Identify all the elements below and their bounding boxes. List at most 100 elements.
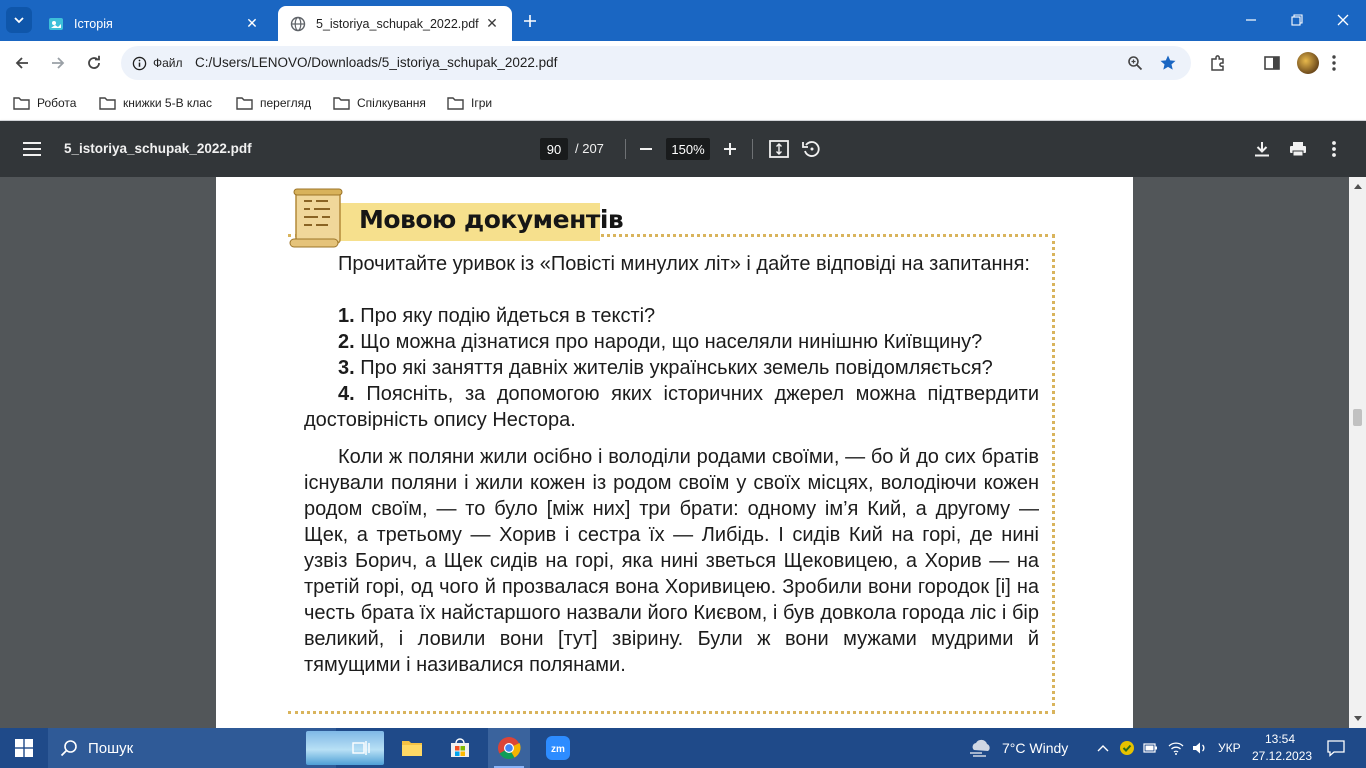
bookmark-folder-robota[interactable]: Робота [12,92,76,114]
bookmark-folder-books[interactable]: книжки 5-В клас [98,92,212,114]
page-number-input[interactable]: 90 [540,138,568,160]
taskbar-zoom[interactable]: zm [538,728,578,768]
extensions-icon[interactable] [1206,51,1230,75]
new-tab-button[interactable] [518,10,542,32]
pdf-page: Мовою документів Прочитайте уривок із «П… [216,177,1133,728]
svg-text:zm: zm [551,744,565,755]
plus-icon [524,15,536,27]
scrollbar-thumb[interactable] [1353,409,1362,426]
hamburger-menu-icon[interactable] [20,137,44,161]
minimize-icon [1246,19,1256,21]
tray-app-icon[interactable] [1118,728,1136,768]
input-language[interactable]: УКР [1218,728,1241,768]
folder-icon [12,95,30,111]
scroll-up-icon[interactable] [1353,181,1362,190]
restore-button[interactable] [1274,0,1320,40]
bookmarks-bar: Робота книжки 5-В клас перегляд Спілкува… [0,85,1366,121]
weather-text: 7°C Windy [1002,740,1069,756]
bookmark-folder-perehliad[interactable]: перегляд [235,92,311,114]
back-button[interactable] [8,49,36,77]
download-icon[interactable] [1250,137,1274,161]
clock-date: 27.12.2023 [1252,749,1313,763]
close-icon [1337,14,1349,26]
site-info-chip[interactable]: Файл [127,50,193,76]
more-menu-icon[interactable] [1322,51,1346,75]
cloud-wind-icon [970,739,990,757]
globe-icon [290,16,306,32]
folder-icon [98,95,116,111]
reload-icon [88,55,100,69]
volume-icon[interactable] [1190,728,1210,768]
bookmark-label: Робота [37,96,77,110]
question-item: 3. Про які заняття давніх жителів україн… [338,355,1039,381]
tray-overflow-button[interactable] [1094,728,1112,768]
folder-icon [235,95,253,111]
profile-avatar[interactable] [1297,52,1319,74]
side-panel-icon[interactable] [1260,51,1284,75]
chrome-icon [498,737,521,759]
page-total: / 207 [575,141,604,156]
question-text: Про які заняття давніх жителів українськ… [354,357,993,379]
clock-time: 13:54 [1264,732,1296,746]
taskbar-chrome[interactable] [488,728,530,768]
tab-strip: Історія ✕ 5_istoriya_schupak_2022.pdf ✕ [0,0,1366,41]
bookmark-folder-communication[interactable]: Спілкування [332,92,426,114]
excerpt-paragraph: Коли ж поляни жили осібно і володіли род… [304,446,1039,676]
chevron-down-icon [14,17,24,24]
taskbar-file-explorer[interactable] [392,728,432,768]
pdf-more-icon[interactable] [1322,137,1346,161]
fit-page-icon[interactable] [767,137,791,161]
bookmark-folder-games[interactable]: Ігри [446,92,492,114]
zoom-out-icon[interactable] [634,137,658,161]
folder-icon [332,95,350,111]
zoom-in-icon[interactable] [718,137,742,161]
close-window-button[interactable] [1320,0,1366,40]
tab-close-icon[interactable]: ✕ [484,15,500,32]
bookmark-star-icon[interactable] [1157,53,1179,73]
rotate-icon[interactable] [799,137,823,161]
taskbar-search[interactable]: Пошук [48,728,384,768]
tab-search-button[interactable] [6,7,32,33]
chevron-up-icon [1097,745,1109,752]
vertical-scrollbar[interactable] [1349,177,1366,728]
bookmark-label: перегляд [260,96,312,110]
store-icon [451,738,469,757]
intro-paragraph: Прочитайте уривок із «Повісті минулих лі… [338,253,1030,275]
scroll-icon [289,188,343,248]
question-text: Поясніть, за допомогою яких історичних д… [304,383,1039,431]
search-placeholder: Пошук [88,739,134,757]
question-item: 1. Про яку подію йдеться в тексті? [338,303,1039,329]
start-button[interactable] [0,728,48,768]
forward-button[interactable] [44,49,72,77]
print-icon[interactable] [1286,137,1310,161]
question-number: 2. [338,331,355,353]
reload-button[interactable] [80,49,108,77]
system-clock[interactable]: 13:54 27.12.2023 [1252,731,1313,765]
tab-pdf[interactable]: 5_istoriya_schupak_2022.pdf ✕ [278,6,512,41]
pdf-toolbar: 5_istoriya_schupak_2022.pdf 90 / 207 150… [0,121,1366,177]
bookmark-label: книжки 5-В клас [123,96,212,110]
tab-history[interactable]: Історія ✕ [36,6,272,41]
zoom-level-input[interactable]: 150% [666,138,710,160]
restore-icon [1291,14,1303,26]
address-bar[interactable]: Файл C:/Users/LENOVO/Downloads/5_istoriy… [121,46,1191,80]
scroll-down-icon[interactable] [1353,714,1362,723]
task-view-button[interactable] [344,728,378,768]
section-title: Мовою документів [359,205,624,234]
taskbar-store[interactable] [440,728,480,768]
question-item: 2. Що можна дізнатися про народи, що нас… [338,329,1039,355]
minimize-button[interactable] [1228,0,1274,40]
url-text[interactable]: C:/Users/LENOVO/Downloads/5_istoriya_sch… [195,55,557,70]
notifications-button[interactable] [1318,728,1354,768]
task-view-icon [352,741,370,755]
tray-badge-icon [1120,741,1134,755]
weather-widget[interactable]: 7°C Windy [968,728,1068,768]
tab-close-icon[interactable]: ✕ [244,15,260,32]
question-number: 3. [338,357,355,379]
question-number: 4. [338,383,355,405]
info-icon [131,55,147,71]
wifi-icon[interactable] [1166,728,1186,768]
battery-icon[interactable] [1142,728,1160,768]
pdf-file-name: 5_istoriya_schupak_2022.pdf [64,141,252,156]
zoom-icon[interactable] [1124,53,1146,73]
